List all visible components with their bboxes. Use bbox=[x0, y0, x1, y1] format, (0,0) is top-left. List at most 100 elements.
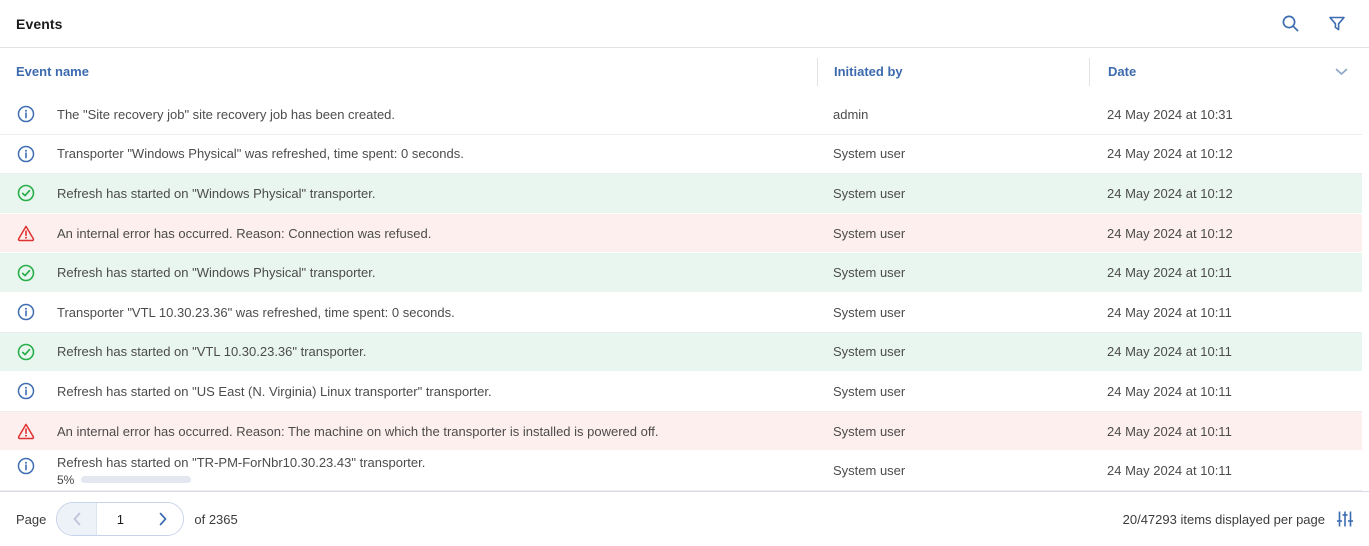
search-button[interactable] bbox=[1280, 14, 1300, 34]
previous-page-button[interactable] bbox=[57, 503, 97, 535]
event-name-cell: An internal error has occurred. Reason: … bbox=[0, 412, 817, 451]
column-header-date-label: Date bbox=[1108, 64, 1136, 79]
event-status-icon bbox=[0, 412, 57, 451]
date-cell: 24 May 2024 at 10:12 bbox=[1089, 214, 1362, 253]
date-cell: 24 May 2024 at 10:11 bbox=[1089, 333, 1362, 372]
per-page-area: 20/47293 items displayed per page bbox=[1123, 509, 1355, 529]
table-row[interactable]: An internal error has occurred. Reason: … bbox=[0, 214, 1362, 254]
event-name-cell: An internal error has occurred. Reason: … bbox=[0, 214, 817, 253]
event-name: Refresh has started on "TR-PM-ForNbr10.3… bbox=[57, 455, 817, 470]
initiated-by-cell: System user bbox=[817, 451, 1089, 490]
items-per-page-label: 20/47293 items displayed per page bbox=[1123, 512, 1325, 527]
pager: Page of 2 bbox=[16, 502, 238, 536]
event-progress: 5% bbox=[57, 473, 817, 487]
event-name: Refresh has started on "VTL 10.30.23.36"… bbox=[57, 344, 817, 359]
event-name-cell: Refresh has started on "Windows Physical… bbox=[0, 253, 817, 292]
event-status-icon bbox=[0, 253, 57, 292]
event-name: An internal error has occurred. Reason: … bbox=[57, 424, 817, 439]
info-icon bbox=[17, 382, 35, 400]
event-name: An internal error has occurred. Reason: … bbox=[57, 226, 817, 241]
event-name: The "Site recovery job" site recovery jo… bbox=[57, 107, 817, 122]
event-status-icon bbox=[0, 372, 57, 411]
event-name-cell: Refresh has started on "Windows Physical… bbox=[0, 174, 817, 213]
event-name: Refresh has started on "Windows Physical… bbox=[57, 265, 817, 280]
initiated-by-cell: System user bbox=[817, 293, 1089, 332]
table-body: The "Site recovery job" site recovery jo… bbox=[0, 95, 1369, 491]
event-name-cell: The "Site recovery job" site recovery jo… bbox=[0, 95, 817, 134]
chevron-down-icon bbox=[1335, 68, 1348, 76]
column-header-initiated-by[interactable]: Initiated by bbox=[817, 58, 1089, 86]
page-number-input[interactable] bbox=[97, 503, 143, 535]
event-name-cell: Refresh has started on "US East (N. Virg… bbox=[0, 372, 817, 411]
initiated-by-cell: System user bbox=[817, 174, 1089, 213]
filter-icon bbox=[1328, 15, 1346, 33]
initiated-by-cell: admin bbox=[817, 95, 1089, 134]
filter-button[interactable] bbox=[1327, 14, 1347, 34]
date-cell: 24 May 2024 at 10:11 bbox=[1089, 412, 1362, 451]
sliders-icon bbox=[1336, 510, 1354, 528]
event-status-icon bbox=[0, 135, 57, 174]
per-page-settings-button[interactable] bbox=[1335, 509, 1355, 529]
info-icon bbox=[17, 145, 35, 163]
table-row[interactable]: Transporter "Windows Physical" was refre… bbox=[0, 135, 1362, 175]
initiated-by-cell: System user bbox=[817, 372, 1089, 411]
success-icon bbox=[17, 184, 35, 202]
total-pages-label: of 2365 bbox=[194, 512, 237, 527]
progress-bar bbox=[81, 476, 191, 483]
event-status-icon bbox=[0, 293, 57, 332]
table-row[interactable]: The "Site recovery job" site recovery jo… bbox=[0, 95, 1362, 135]
table-header: Event name Initiated by Date bbox=[0, 48, 1369, 95]
event-status-icon bbox=[0, 95, 57, 134]
column-header-date[interactable]: Date bbox=[1089, 58, 1369, 86]
next-page-button[interactable] bbox=[143, 503, 183, 535]
table-row[interactable]: Transporter "VTL 10.30.23.36" was refres… bbox=[0, 293, 1362, 333]
events-panel: Events Event name Initiated bbox=[0, 0, 1369, 546]
event-name: Transporter "VTL 10.30.23.36" was refres… bbox=[57, 305, 817, 320]
search-icon bbox=[1281, 14, 1300, 33]
event-name-cell: Refresh has started on "VTL 10.30.23.36"… bbox=[0, 333, 817, 372]
event-name: Refresh has started on "US East (N. Virg… bbox=[57, 384, 817, 399]
event-name-cell: Refresh has started on "TR-PM-ForNbr10.3… bbox=[0, 451, 817, 490]
error-icon bbox=[17, 422, 35, 440]
page-title: Events bbox=[16, 16, 63, 32]
date-cell: 24 May 2024 at 10:12 bbox=[1089, 174, 1362, 213]
event-name: Refresh has started on "Windows Physical… bbox=[57, 186, 817, 201]
event-name: Transporter "Windows Physical" was refre… bbox=[57, 146, 817, 161]
table-row[interactable]: An internal error has occurred. Reason: … bbox=[0, 412, 1362, 452]
initiated-by-cell: System user bbox=[817, 412, 1089, 451]
chevron-right-icon bbox=[158, 512, 168, 526]
info-icon bbox=[17, 303, 35, 321]
chevron-left-icon bbox=[72, 512, 82, 526]
error-icon bbox=[17, 224, 35, 242]
initiated-by-cell: System user bbox=[817, 253, 1089, 292]
table-row[interactable]: Refresh has started on "Windows Physical… bbox=[0, 174, 1362, 214]
success-icon bbox=[17, 264, 35, 282]
page-label: Page bbox=[16, 512, 46, 527]
event-status-icon bbox=[0, 214, 57, 253]
event-name-cell: Transporter "Windows Physical" was refre… bbox=[0, 135, 817, 174]
info-icon bbox=[17, 105, 35, 123]
column-header-event-name[interactable]: Event name bbox=[0, 64, 817, 79]
table-row[interactable]: Refresh has started on "TR-PM-ForNbr10.3… bbox=[0, 451, 1362, 491]
date-cell: 24 May 2024 at 10:11 bbox=[1089, 372, 1362, 411]
pagination-bar: Page of 2 bbox=[0, 491, 1369, 546]
success-icon bbox=[17, 343, 35, 361]
topbar-actions bbox=[1280, 14, 1347, 34]
date-cell: 24 May 2024 at 10:12 bbox=[1089, 135, 1362, 174]
date-cell: 24 May 2024 at 10:11 bbox=[1089, 253, 1362, 292]
progress-percent-label: 5% bbox=[57, 473, 74, 487]
event-name-cell: Transporter "VTL 10.30.23.36" was refres… bbox=[0, 293, 817, 332]
initiated-by-cell: System user bbox=[817, 333, 1089, 372]
page-control bbox=[56, 502, 184, 536]
table-row[interactable]: Refresh has started on "Windows Physical… bbox=[0, 253, 1362, 293]
initiated-by-cell: System user bbox=[817, 214, 1089, 253]
info-icon bbox=[17, 457, 35, 475]
date-cell: 24 May 2024 at 10:11 bbox=[1089, 451, 1362, 490]
event-status-icon bbox=[0, 174, 57, 213]
initiated-by-cell: System user bbox=[817, 135, 1089, 174]
date-cell: 24 May 2024 at 10:31 bbox=[1089, 95, 1362, 134]
topbar: Events bbox=[0, 0, 1369, 48]
table-row[interactable]: Refresh has started on "VTL 10.30.23.36"… bbox=[0, 333, 1362, 373]
date-cell: 24 May 2024 at 10:11 bbox=[1089, 293, 1362, 332]
table-row[interactable]: Refresh has started on "US East (N. Virg… bbox=[0, 372, 1362, 412]
